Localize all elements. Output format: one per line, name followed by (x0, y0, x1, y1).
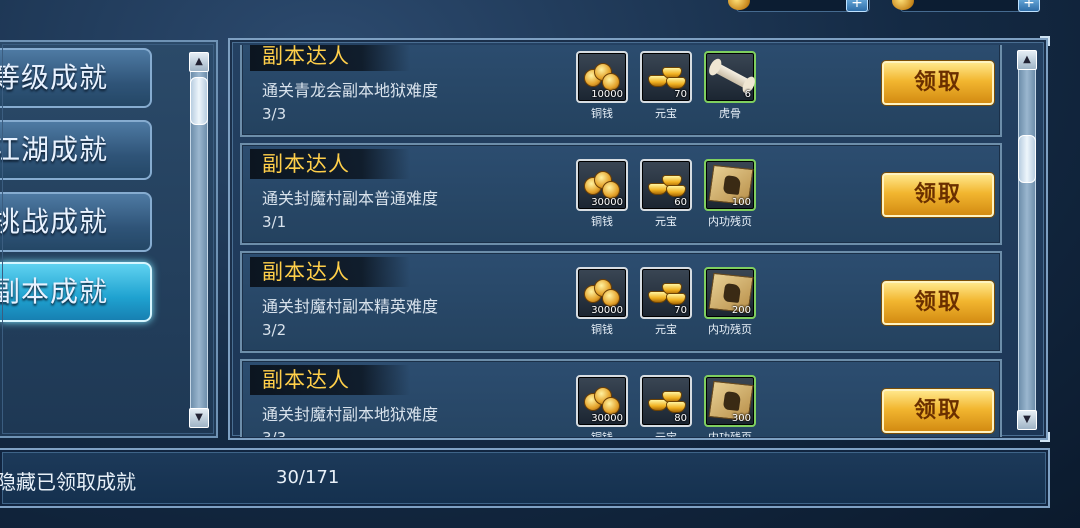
panel-corner-ornament (1040, 432, 1050, 442)
category-scroll-down-button[interactable]: ▼ (189, 408, 209, 428)
achievement-scroll-up-button[interactable]: ▲ (1017, 50, 1037, 70)
reward-slot[interactable]: 6 (704, 51, 756, 103)
reward-slot[interactable]: 200 (704, 267, 756, 319)
category-tab-level[interactable]: 等级成就 (0, 48, 152, 108)
reward-qty: 30000 (591, 305, 623, 316)
reward-name: 内功残页 (708, 215, 752, 228)
ingot-icon (648, 281, 686, 307)
reward-name: 内功残页 (708, 323, 752, 336)
add-gold-button[interactable]: + (1018, 0, 1040, 12)
category-tab-label: 副本成就 (0, 275, 109, 308)
achievement-scroll-thumb[interactable] (1018, 135, 1036, 183)
reward-qty: 6 (744, 89, 751, 100)
reward-slot[interactable]: 30000 (576, 159, 628, 211)
achievement-item: 副本达人 通关封魔村副本地狱难度 3/3 30000 铜钱 80 元宝 300 … (240, 359, 1002, 437)
reward-qty: 30000 (591, 197, 623, 208)
achievement-item: 副本达人 通关封魔村副本普通难度 3/1 30000 铜钱 60 元宝 100 … (240, 143, 1002, 245)
achievement-title: 副本达人 (250, 365, 410, 395)
reward-slot[interactable]: 10000 (576, 51, 628, 103)
category-scrollbar[interactable] (190, 68, 208, 410)
achievement-scroll-down-button[interactable]: ▼ (1017, 410, 1037, 430)
achievement-title: 副本达人 (250, 45, 410, 71)
reward-qty: 30000 (591, 413, 623, 424)
reward-name: 内功残页 (702, 429, 758, 437)
ingot-icon (648, 65, 686, 91)
bottom-bar: 隐藏已领取成就 30/171 (0, 448, 1050, 508)
reward-name: 元宝 (655, 215, 677, 228)
add-copper-button[interactable]: + (846, 0, 868, 12)
reward-qty: 300 (731, 413, 751, 424)
achievement-progress: 3/2 (262, 321, 287, 339)
reward-qty: 200 (731, 305, 751, 316)
reward-name: 铜钱 (591, 107, 613, 120)
category-scroll-thumb[interactable] (190, 77, 208, 125)
ingot-icon (648, 389, 686, 415)
achievement-list: 副本达人 通关青龙会副本地狱难度 3/3 10000 铜钱 70 元宝 6 虎骨… (240, 45, 1002, 437)
reward-name: 虎骨 (719, 107, 741, 120)
achievement-title: 副本达人 (250, 257, 410, 287)
claim-button[interactable]: 领取 (882, 389, 994, 433)
reward-slot[interactable]: 80 (640, 375, 692, 427)
reward-qty: 60 (674, 197, 687, 208)
category-tab-label: 等级成就 (0, 61, 109, 94)
reward-name: 铜钱 (591, 215, 613, 228)
panel-corner-ornament (1040, 36, 1050, 46)
reward-name: 铜钱 (591, 323, 613, 336)
achievement-progress: 3/1 (262, 213, 287, 231)
hide-claimed-toggle-label[interactable]: 隐藏已领取成就 (0, 466, 136, 495)
achievement-desc: 通关青龙会副本地狱难度 (262, 81, 439, 100)
reward-slot[interactable]: 70 (640, 267, 692, 319)
claim-button[interactable]: 领取 (882, 173, 994, 217)
category-tab-label: 挑战成就 (0, 205, 109, 238)
reward-slot[interactable]: 70 (640, 51, 692, 103)
reward-name: 铜钱 (574, 429, 630, 437)
achievement-title: 副本达人 (250, 149, 410, 179)
achievement-panel: 副本达人 通关青龙会副本地狱难度 3/3 10000 铜钱 70 元宝 6 虎骨… (228, 36, 1050, 442)
achievement-desc: 通关封魔村副本精英难度 (262, 297, 439, 316)
reward-qty: 70 (674, 89, 687, 100)
reward-slot[interactable]: 60 (640, 159, 692, 211)
ingot-icon (648, 173, 686, 199)
reward-qty: 80 (674, 413, 687, 424)
reward-slot[interactable]: 300 (704, 375, 756, 427)
claim-button[interactable]: 领取 (882, 61, 994, 105)
achievement-scrollbar[interactable] (1018, 66, 1036, 412)
achievement-progress: 3/3 (262, 429, 286, 437)
reward-qty: 70 (674, 305, 687, 316)
reward-name: 元宝 (655, 323, 677, 336)
reward-qty: 10000 (591, 89, 623, 100)
category-tab-challenge[interactable]: 挑战成就 (0, 192, 152, 252)
category-scroll-up-button[interactable]: ▲ (189, 52, 209, 72)
reward-name: 元宝 (655, 107, 677, 120)
reward-slot[interactable]: 30000 (576, 375, 628, 427)
achievement-item: 副本达人 通关封魔村副本精英难度 3/2 30000 铜钱 70 元宝 200 … (240, 251, 1002, 353)
reward-slot[interactable]: 100 (704, 159, 756, 211)
reward-qty: 100 (731, 197, 751, 208)
achievement-item: 副本达人 通关青龙会副本地狱难度 3/3 10000 铜钱 70 元宝 6 虎骨… (240, 45, 1002, 137)
category-tab-dungeon[interactable]: 副本成就 (0, 262, 152, 322)
claim-button[interactable]: 领取 (882, 281, 994, 325)
bone-icon (711, 62, 753, 90)
reward-name: 元宝 (638, 429, 694, 437)
category-tab-jianghu[interactable]: 江湖成就 (0, 120, 152, 180)
achievement-progress: 3/3 (262, 105, 287, 123)
achievement-desc: 通关封魔村副本地狱难度 (262, 405, 439, 424)
achievement-count: 30/171 (276, 467, 340, 488)
category-panel: 等级成就 江湖成就 挑战成就 副本成就 ▲ ▼ (0, 40, 218, 438)
achievement-desc: 通关封魔村副本普通难度 (262, 189, 439, 208)
category-tab-label: 江湖成就 (0, 133, 109, 166)
reward-slot[interactable]: 30000 (576, 267, 628, 319)
